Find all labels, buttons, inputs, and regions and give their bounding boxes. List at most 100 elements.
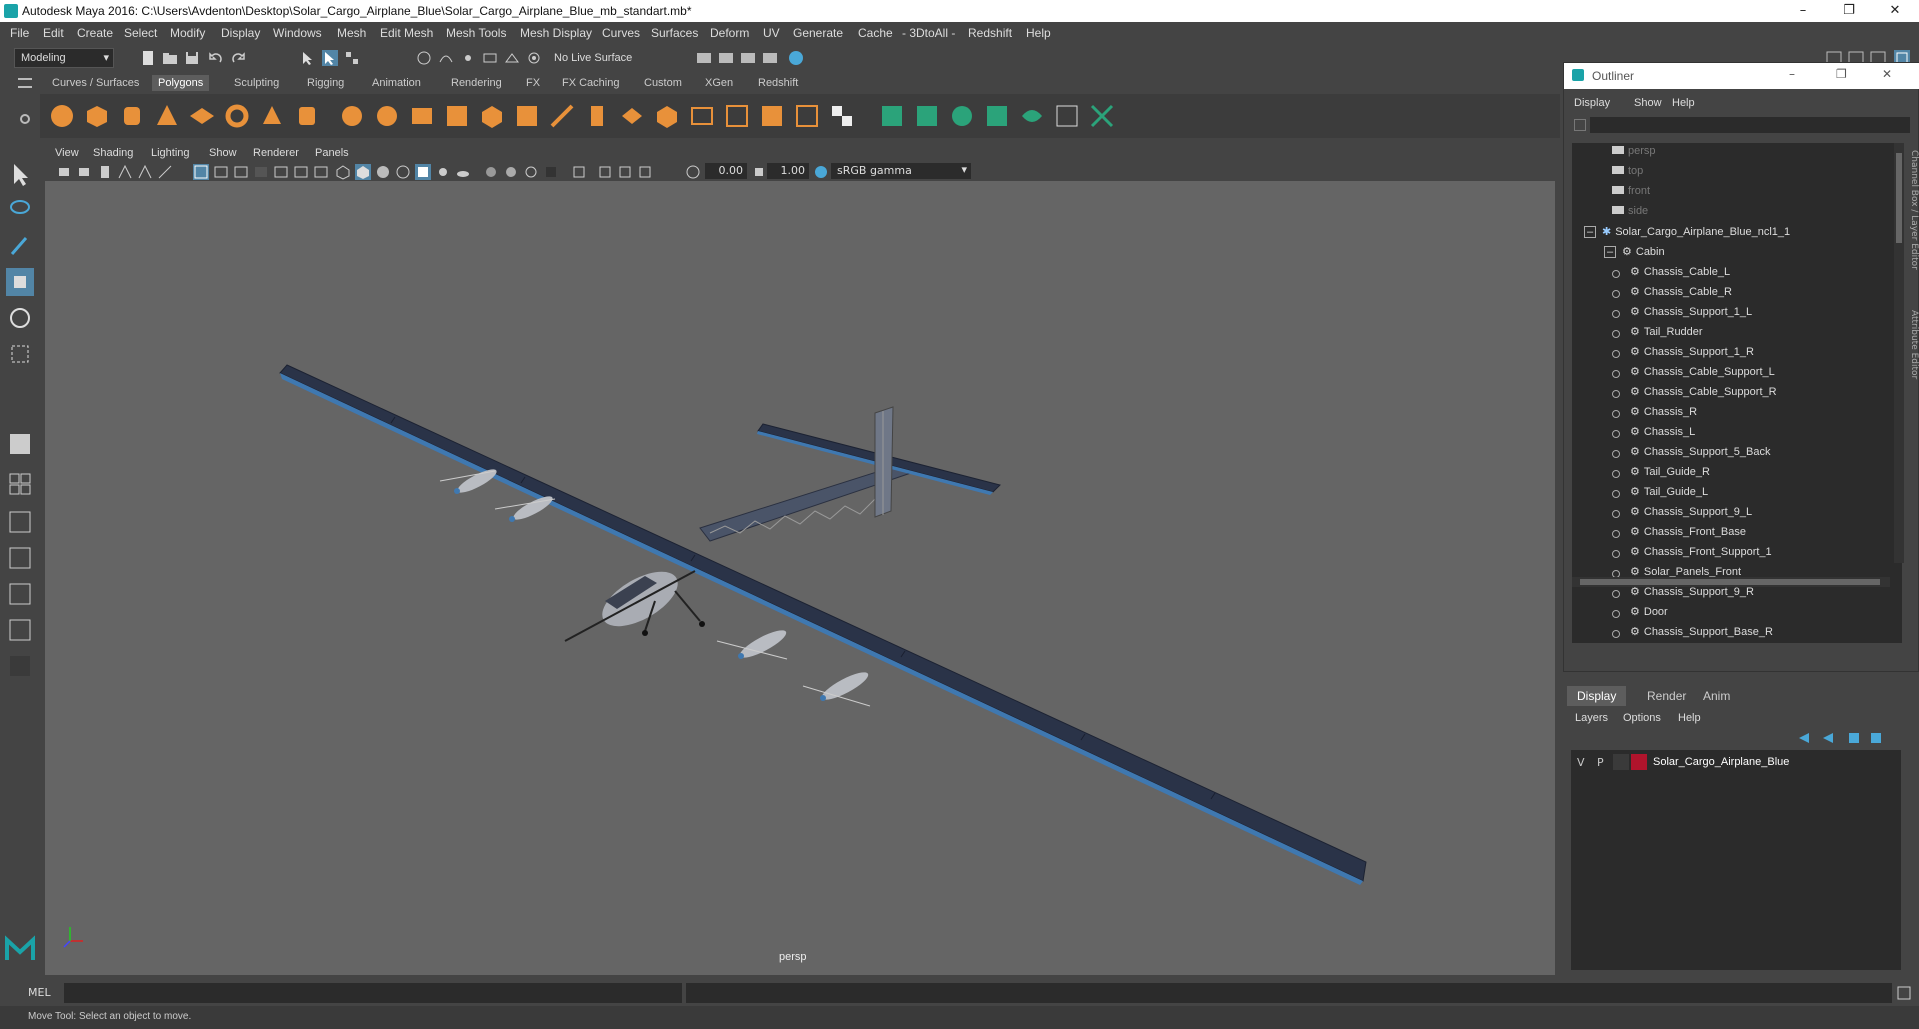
tree-item-mesh[interactable]: ⚙ Chassis_Support_9_L [1612, 505, 1752, 525]
save-scene-icon[interactable] [184, 50, 200, 66]
viewport-menu-renderer[interactable]: Renderer [253, 147, 299, 159]
persp-outliner-layout-icon[interactable] [6, 508, 34, 536]
layer-menu-layers[interactable]: Layers [1575, 712, 1608, 724]
render-view-icon[interactable] [696, 50, 712, 66]
snap-curve-icon[interactable] [438, 50, 454, 66]
expand-dot-icon[interactable] [1612, 490, 1620, 498]
menu-help[interactable]: Help [1026, 26, 1051, 40]
ipr-render-icon[interactable] [740, 50, 756, 66]
menu-curves[interactable]: Curves [602, 26, 640, 40]
isolate-select-icon[interactable] [571, 164, 587, 180]
side-tab-channel-box[interactable]: Channel Box / Layer Editor [1907, 150, 1919, 290]
menu-uv[interactable]: UV [763, 26, 780, 40]
scale-tool-icon[interactable] [6, 340, 34, 368]
layer-reference-toggle[interactable] [1613, 754, 1629, 770]
tree-item-mesh[interactable]: ⚙ Door [1612, 605, 1668, 625]
render-settings-icon[interactable] [762, 50, 778, 66]
bridge-icon[interactable] [513, 102, 541, 130]
collapse-icon[interactable] [828, 102, 856, 130]
command-input[interactable] [64, 983, 682, 1003]
shadows-icon[interactable] [455, 164, 471, 180]
shelf-settings-gear-icon[interactable] [20, 114, 30, 124]
expand-dot-icon[interactable] [1612, 590, 1620, 598]
move-layer-down-icon[interactable] [1820, 730, 1836, 746]
layout-menu-icon[interactable] [6, 652, 34, 680]
shelf-menu-icon[interactable] [18, 78, 32, 88]
field-chart-icon[interactable] [273, 164, 289, 180]
hypershade-icon[interactable] [788, 50, 804, 66]
layer-tab-render[interactable]: Render [1637, 686, 1696, 706]
poly-plane-icon[interactable] [188, 102, 216, 130]
menu-modify[interactable]: Modify [170, 26, 205, 40]
combine-icon[interactable] [338, 102, 366, 130]
xray-components-icon[interactable] [637, 164, 653, 180]
textured-icon[interactable] [415, 164, 431, 180]
tree-item-persp[interactable]: persp [1612, 145, 1656, 165]
colorspace-dropdown[interactable]: sRGB gamma ▾ [831, 163, 971, 179]
new-layer-selected-icon[interactable] [1868, 730, 1884, 746]
xray-icon[interactable] [597, 164, 613, 180]
poly-cube-icon[interactable] [83, 102, 111, 130]
menu-generate[interactable]: Generate [793, 26, 843, 40]
poly-cone-icon[interactable] [153, 102, 181, 130]
tree-item-mesh[interactable]: ⚙ Chassis_Support_1_R [1612, 345, 1754, 365]
tree-item-mesh[interactable]: ⚙ Chassis_Cable_Support_L [1612, 365, 1775, 385]
snap-view-icon[interactable] [482, 50, 498, 66]
expand-dot-icon[interactable] [1612, 470, 1620, 478]
fill-hole-icon[interactable] [618, 102, 646, 130]
maximize-button[interactable]: ❐ [1826, 0, 1872, 22]
exposure-field[interactable]: 0.00 [705, 163, 747, 179]
menu-file[interactable]: File [10, 26, 29, 40]
grid-toggle-icon[interactable] [193, 164, 209, 180]
target-weld-icon[interactable] [758, 102, 786, 130]
viewport-menu-show[interactable]: Show [209, 147, 237, 159]
expand-dot-icon[interactable] [1612, 330, 1620, 338]
outliner-menu-show[interactable]: Show [1634, 97, 1662, 109]
menu-redshift[interactable]: Redshift [968, 26, 1012, 40]
tree-item-mesh[interactable]: ⚙ Chassis_Front_Support_1 [1612, 545, 1772, 565]
layer-color-swatch[interactable] [1631, 754, 1647, 770]
render-frame-icon[interactable] [718, 50, 734, 66]
menu-display[interactable]: Display [221, 26, 260, 40]
viewport-menu-lighting[interactable]: Lighting [151, 147, 190, 159]
uv-unfold-icon[interactable] [1018, 102, 1046, 130]
collapse-icon[interactable]: – [1604, 246, 1616, 258]
poly-sphere-icon[interactable] [48, 102, 76, 130]
menu-create[interactable]: Create [77, 26, 113, 40]
shelf-tab-redshift[interactable]: Redshift [752, 75, 804, 91]
shelf-tab-custom[interactable]: Custom [638, 75, 688, 91]
outliner-minimize-button[interactable]: – [1789, 67, 1795, 81]
gamma-field[interactable]: 1.00 [767, 163, 809, 179]
tree-item-mesh[interactable]: ⚙ Tail_Guide_R [1612, 465, 1710, 485]
filter-icon[interactable] [1574, 119, 1586, 131]
move-layer-up-icon[interactable] [1796, 730, 1812, 746]
viewport-menu-panels[interactable]: Panels [315, 147, 349, 159]
layer-visibility-toggle[interactable]: V [1577, 756, 1585, 769]
outliner-search-input[interactable] [1590, 117, 1910, 133]
shelf-tab-sculpting[interactable]: Sculpting [228, 75, 285, 91]
scrollbar-thumb[interactable] [1896, 153, 1902, 243]
poly-torus-icon[interactable] [223, 102, 251, 130]
shelf-tab-rendering[interactable]: Rendering [445, 75, 508, 91]
tree-item-root[interactable]: – ✱ Solar_Cargo_Airplane_Blue_ncl1_1 [1584, 225, 1790, 245]
paint-select-tool-icon[interactable] [6, 232, 34, 260]
insert-edge-loop-icon[interactable] [688, 102, 716, 130]
layer-tab-anim[interactable]: Anim [1693, 686, 1740, 706]
tree-item-mesh[interactable]: ⚙ Chassis_R [1612, 405, 1697, 425]
tree-item-mesh[interactable]: ⚙ Chassis_Cable_R [1612, 285, 1732, 305]
shelf-tab-polygons[interactable]: Polygons [152, 75, 210, 91]
outliner-menu-help[interactable]: Help [1672, 97, 1695, 109]
menu-select[interactable]: Select [124, 26, 157, 40]
open-scene-icon[interactable] [162, 50, 178, 66]
close-button[interactable]: ✕ [1872, 0, 1918, 22]
menu-deform[interactable]: Deform [710, 26, 749, 40]
tree-item-mesh[interactable]: ⚙ Chassis_Support_5_Back [1612, 445, 1770, 465]
lasso-tool-icon[interactable] [6, 196, 34, 224]
anti-aliasing-icon[interactable] [523, 164, 539, 180]
motion-blur-icon[interactable] [503, 164, 519, 180]
uv-planar-icon[interactable] [878, 102, 906, 130]
gamma-icon[interactable] [751, 164, 767, 180]
tree-item-mesh[interactable]: ⚙ Chassis_L [1612, 425, 1695, 445]
mirror-icon[interactable] [408, 102, 436, 130]
expand-dot-icon[interactable] [1612, 370, 1620, 378]
